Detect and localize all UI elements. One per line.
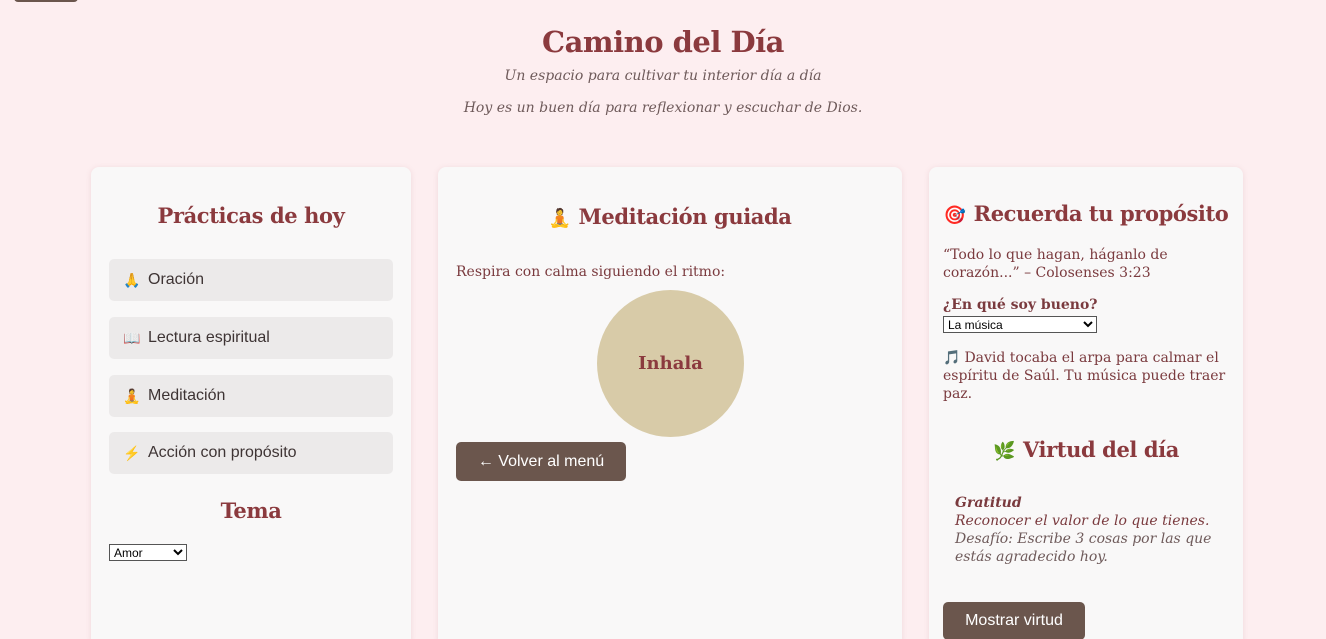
back-to-menu-button[interactable]: ← Volver al menú [456,442,626,481]
practice-label: Lectura espiritual [148,329,270,346]
virtue-name: Gratitud [955,495,1022,511]
practice-label: Acción con propósito [148,444,297,461]
practice-meditation-button[interactable]: 🧘 Meditación [109,375,393,417]
practice-prayer-button[interactable]: 🙏 Oración [109,259,393,301]
show-virtue-button[interactable]: Mostrar virtud [943,602,1085,639]
page-header: Camino del Día Un espacio para cultivar … [0,22,1326,120]
page-title: Camino del Día [542,25,784,59]
breathing-instruction: Respira con calma siguiendo el ritmo: [456,264,726,280]
talent-note-text: David tocaba el arpa para calmar el espí… [943,350,1226,402]
purpose-quote: “Todo lo que hagan, háganlo de corazón..… [943,247,1168,281]
practice-label: Meditación [148,387,226,404]
practice-reading-button[interactable]: 📖 Lectura espiritual [109,317,393,359]
talent-select[interactable]: La música [943,316,1097,333]
talent-question: ¿En qué soy bueno? [943,297,1098,313]
purpose-heading: Recuerda tu propósito [973,201,1229,226]
practice-label: Oración [148,271,205,288]
virtue-box: Gratitud Reconocer el valor de lo que ti… [955,494,1225,566]
virtue-challenge: Desafío: Escribe 3 cosas por las que est… [955,531,1212,565]
purpose-heading-row: 🎯 Recuerda tu propósito [929,201,1243,226]
practices-heading: Prácticas de hoy [157,203,345,228]
talent-note: 🎵 David tocaba el arpa para calmar el esp… [943,349,1233,403]
meditation-icon: 🧘 [548,208,571,229]
page-subtitle: Un espacio para cultivar tu interior día… [504,68,822,84]
virtue-heading: Virtud del día [1023,437,1179,462]
leaf-icon: 🌿 [993,441,1016,462]
target-icon: 🎯 [943,205,966,226]
meditation-heading: Meditación guiada [578,204,792,229]
music-note-icon: 🎵 [943,350,961,366]
top-button-stub[interactable] [14,0,78,2]
purpose-card: 🎯 Recuerda tu propósito “Todo lo que haga… [929,167,1243,639]
virtue-description: Reconocer el valor de lo que tienes. [955,513,1210,529]
daily-message: Hoy es un buen día para reflexionar y es… [463,100,863,116]
virtue-heading-row: 🌿 Virtud del día [929,437,1243,462]
open-book-icon: 📖 [123,329,141,346]
practices-card: Prácticas de hoy 🙏 Oración 📖 Lectura esp… [91,167,411,639]
meditation-icon: 🧘 [123,387,141,404]
meditation-card: 🧘 Meditación guiada Respira con calma sig… [438,167,902,639]
praying-hands-icon: 🙏 [123,271,141,288]
breathing-circle: Inhala [597,290,744,437]
practice-action-button[interactable]: ⚡ Acción con propósito [109,432,393,474]
theme-heading: Tema [220,498,282,523]
lightning-icon: ⚡ [123,444,141,461]
theme-select[interactable]: Amor [109,544,187,561]
meditation-heading-row: 🧘 Meditación guiada [438,204,902,229]
breath-state-label: Inhala [638,353,703,374]
